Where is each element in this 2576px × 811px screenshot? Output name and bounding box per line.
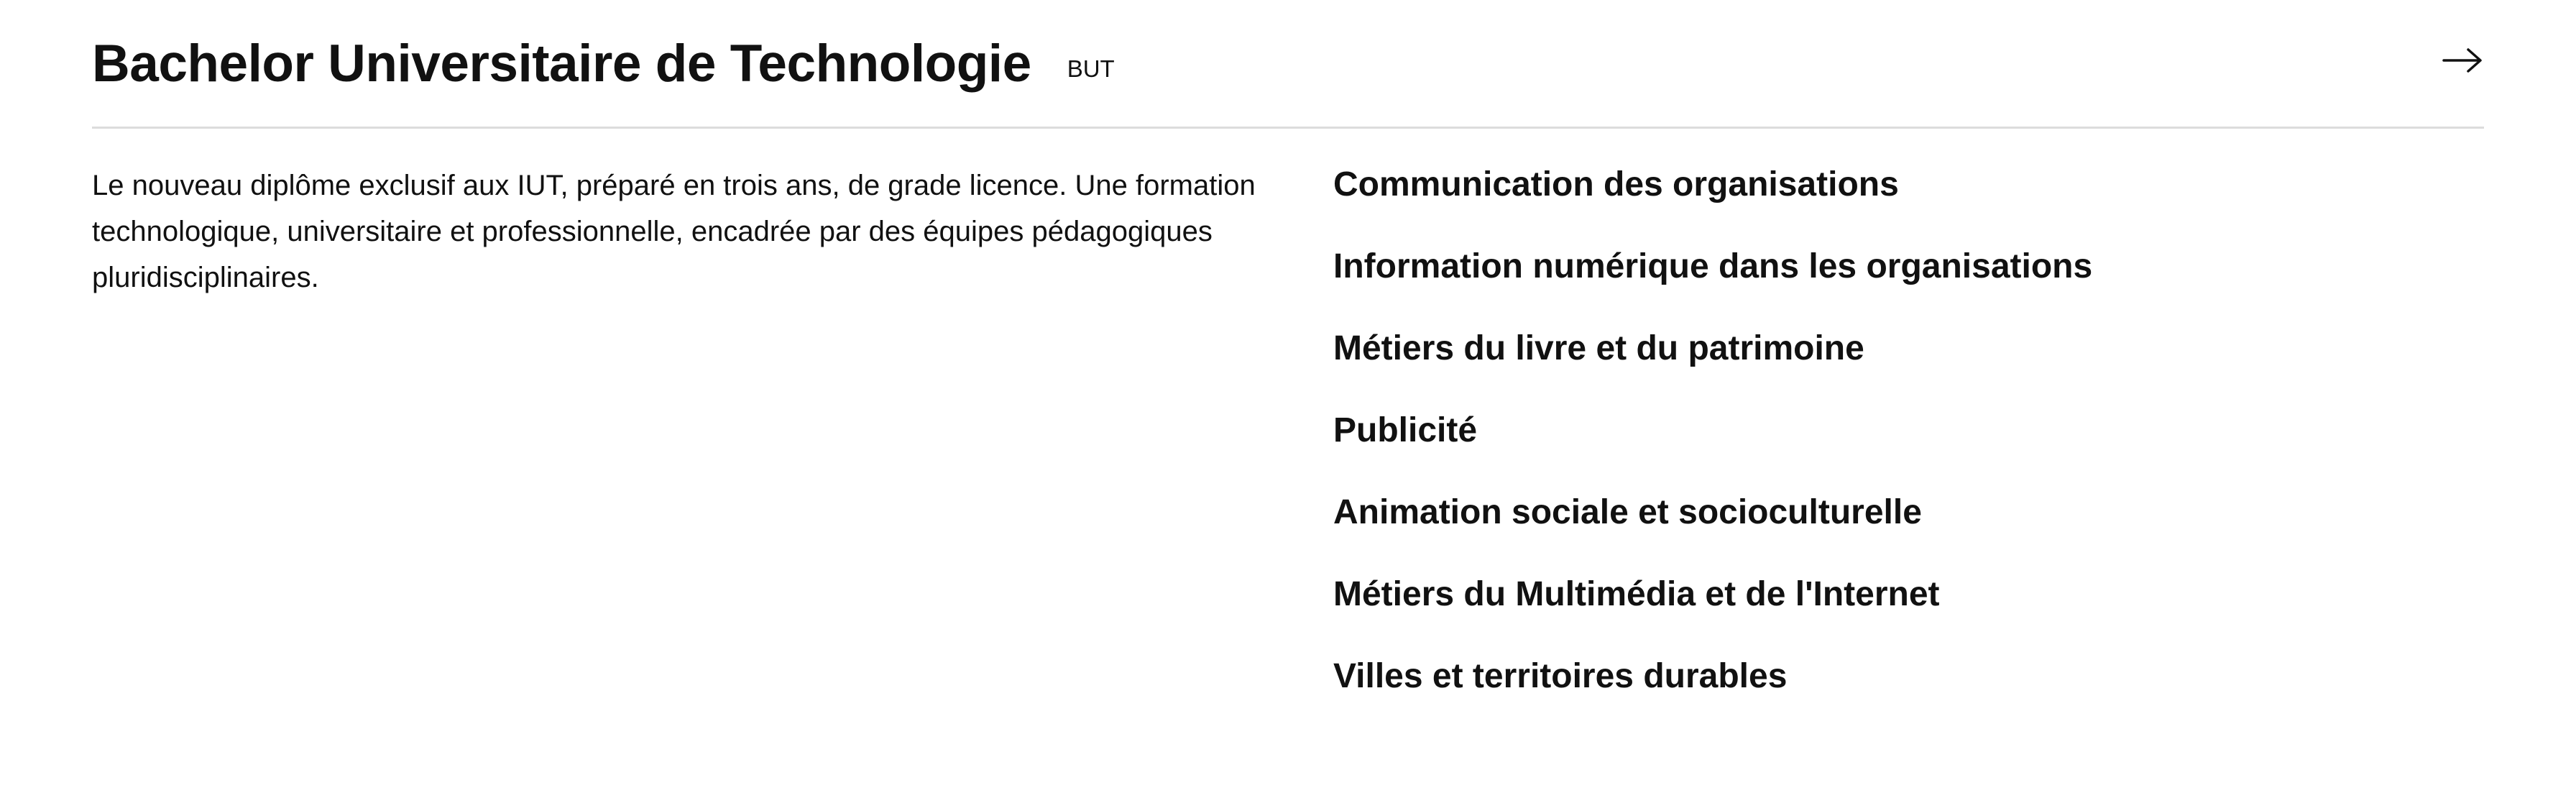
program-link-information-numerique[interactable]: Information numérique dans les organisat…	[1333, 247, 2092, 285]
arrow-right-icon[interactable]	[2441, 39, 2484, 82]
section-header: Bachelor Universitaire de Technologie BU…	[92, 0, 2484, 129]
program-link-villes-territoires[interactable]: Villes et territoires durables	[1333, 657, 1787, 695]
program-list: Communication des organisations Informat…	[1333, 160, 2092, 733]
program-description: Le nouveau diplôme exclusif aux IUT, pré…	[92, 170, 1256, 293]
program-link-publicite[interactable]: Publicité	[1333, 411, 1477, 449]
program-link-multimedia-internet[interactable]: Métiers du Multimédia et de l'Internet	[1333, 575, 1940, 613]
degree-badge: BUT	[1067, 55, 1115, 82]
list-item: Communication des organisations	[1333, 160, 2092, 242]
list-item: Villes et territoires durables	[1333, 651, 2092, 733]
program-link-communication[interactable]: Communication des organisations	[1333, 165, 1899, 203]
list-item: Métiers du Multimédia et de l'Internet	[1333, 569, 2092, 651]
list-item: Information numérique dans les organisat…	[1333, 242, 2092, 324]
page: Bachelor Universitaire de Technologie BU…	[0, 0, 2576, 811]
list-item: Publicité	[1333, 406, 2092, 487]
list-item: Métiers du livre et du patrimoine	[1333, 324, 2092, 406]
page-title: Bachelor Universitaire de Technologie	[92, 34, 1031, 93]
program-link-animation-sociale[interactable]: Animation sociale et socioculturelle	[1333, 493, 1922, 531]
list-item: Animation sociale et socioculturelle	[1333, 487, 2092, 569]
title-row: Bachelor Universitaire de Technologie BU…	[92, 30, 1115, 96]
program-link-metiers-livre[interactable]: Métiers du livre et du patrimoine	[1333, 329, 1864, 367]
